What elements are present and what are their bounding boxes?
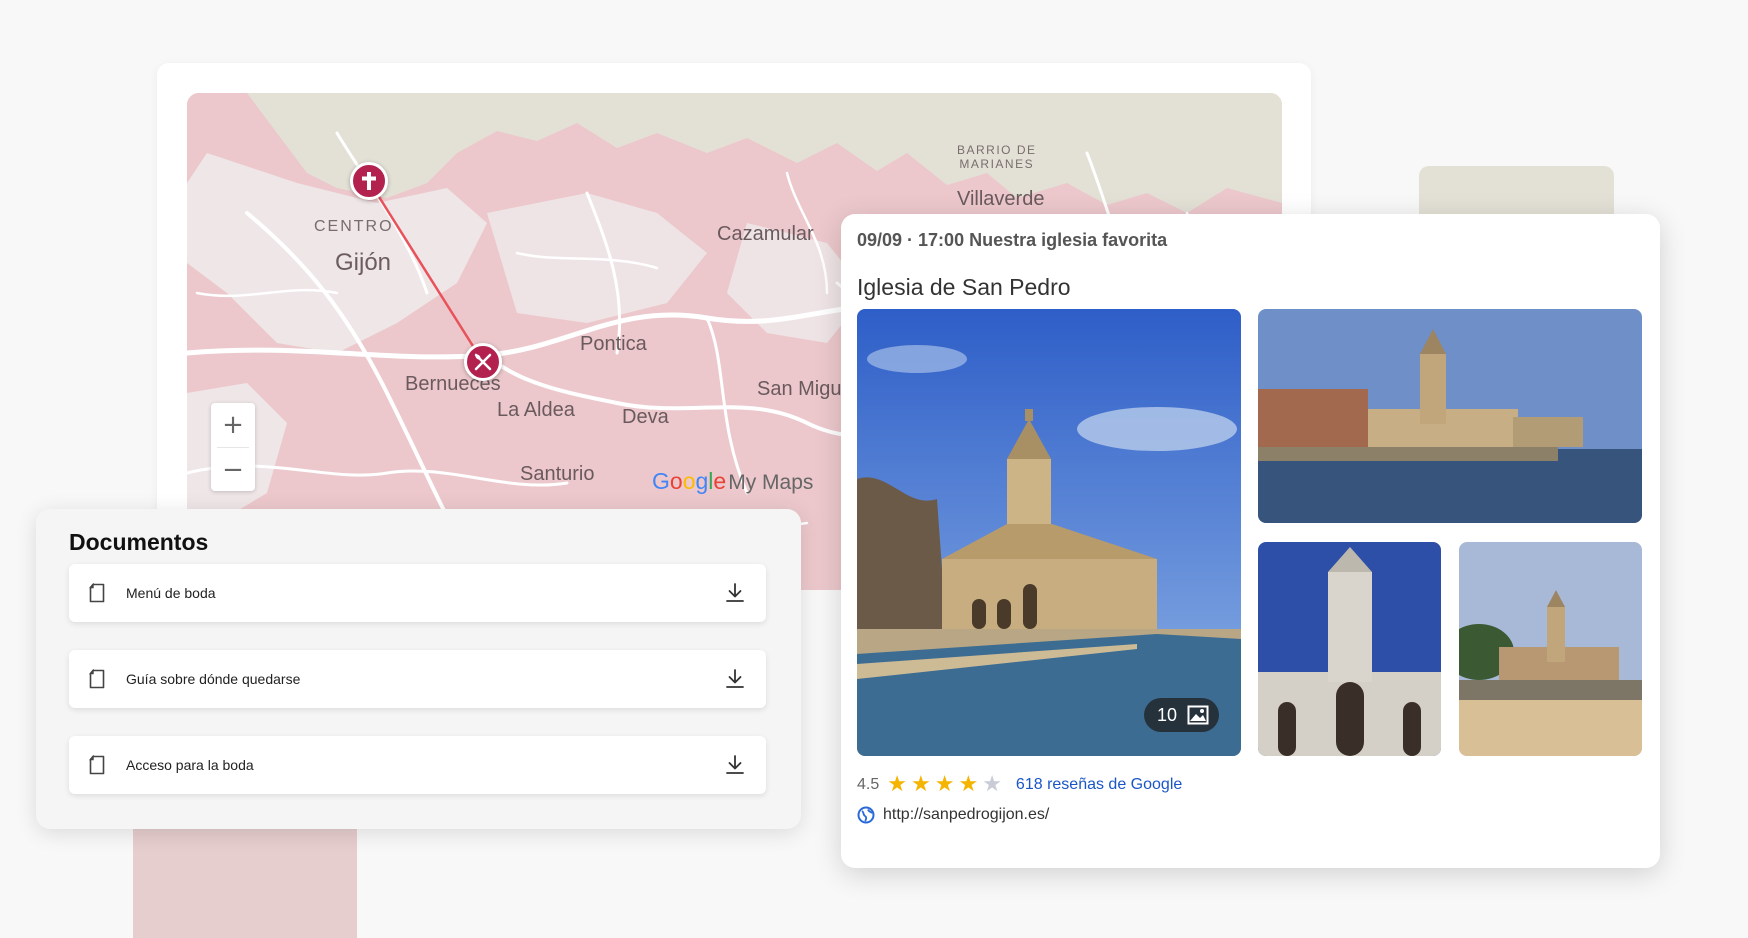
photo-count-badge[interactable]: 10 [1143, 698, 1219, 732]
google-my-maps-logo: GoogleMy Maps [652, 468, 814, 494]
rating-row: 4.5 ★ ★ ★ ★ ★ 618 reseñas de Google [857, 774, 1182, 796]
map-label-pontica: Pontica [580, 333, 647, 355]
church-photo-image [1258, 542, 1441, 756]
download-icon[interactable] [724, 668, 746, 690]
file-icon [89, 583, 105, 603]
document-label: Guía sobre dónde quedarse [126, 671, 301, 687]
globe-icon [857, 806, 875, 824]
photo-main[interactable]: 10 [857, 309, 1241, 756]
website-row: http://sanpedrogijon.es/ [857, 806, 1049, 824]
rating-value: 4.5 [857, 776, 880, 793]
documents-title: Documentos [69, 529, 209, 555]
documents-card: Documentos Menú de boda Guía sobre dónde… [36, 509, 801, 829]
zoom-out-button[interactable]: − [211, 448, 255, 491]
place-name: Iglesia de San Pedro [857, 274, 1071, 300]
map-label-san-miguel: San Migu [757, 378, 842, 400]
star-icon: ★ [887, 772, 907, 797]
decorative-pink-block [133, 820, 357, 938]
event-time-title: 09/09 · 17:00 Nuestra iglesia favorita [857, 230, 1168, 250]
photo-secondary-3[interactable] [1459, 542, 1642, 756]
document-item-guide[interactable]: Guía sobre dónde quedarse [69, 650, 766, 708]
image-icon [1187, 705, 1209, 725]
church-pin[interactable] [350, 162, 388, 200]
document-item-menu[interactable]: Menú de boda [69, 564, 766, 622]
star-icon: ★ [958, 772, 979, 797]
cross-icon [362, 172, 376, 190]
map-label-la-aldea: La Aldea [497, 399, 575, 421]
church-photo-image [1459, 542, 1642, 756]
download-icon[interactable] [724, 582, 746, 604]
map-label-centro: CENTRO [314, 218, 394, 235]
map-label-villaverde: Villaverde [957, 188, 1045, 210]
download-icon[interactable] [724, 754, 746, 776]
zoom-in-button[interactable]: + [211, 403, 255, 447]
church-photo-image [857, 309, 1241, 756]
document-label: Acceso para la boda [126, 757, 254, 773]
map-label-gijon: Gijón [335, 249, 392, 276]
document-item-access[interactable]: Acceso para la boda [69, 736, 766, 794]
zoom-controls: + − [211, 403, 255, 491]
fork-knife-icon [474, 353, 492, 371]
document-label: Menú de boda [126, 585, 216, 601]
website-link[interactable]: http://sanpedrogijon.es/ [883, 806, 1049, 824]
photo-count: 10 [1156, 704, 1177, 725]
map-label-deva: Deva [622, 406, 669, 428]
church-photo-image [1258, 309, 1642, 523]
map-label-santurio: Santurio [520, 463, 595, 485]
reviews-link[interactable]: 618 reseñas de Google [1016, 776, 1182, 794]
star-icon: ★ [982, 772, 1002, 797]
star-icon: ★ [910, 772, 931, 797]
map-label-cazamular: Cazamular [717, 223, 814, 245]
file-icon [89, 669, 105, 689]
star-icon: ★ [934, 772, 955, 797]
file-icon [89, 755, 105, 775]
place-info-card: 09/09 · 17:00 Nuestra iglesia favorita I… [841, 214, 1660, 868]
photo-secondary-2[interactable] [1258, 542, 1441, 756]
map-label-barrio: BARRIO DE MARIANES [957, 143, 1037, 171]
photo-secondary-1[interactable] [1258, 309, 1642, 523]
restaurant-pin[interactable] [464, 343, 502, 381]
